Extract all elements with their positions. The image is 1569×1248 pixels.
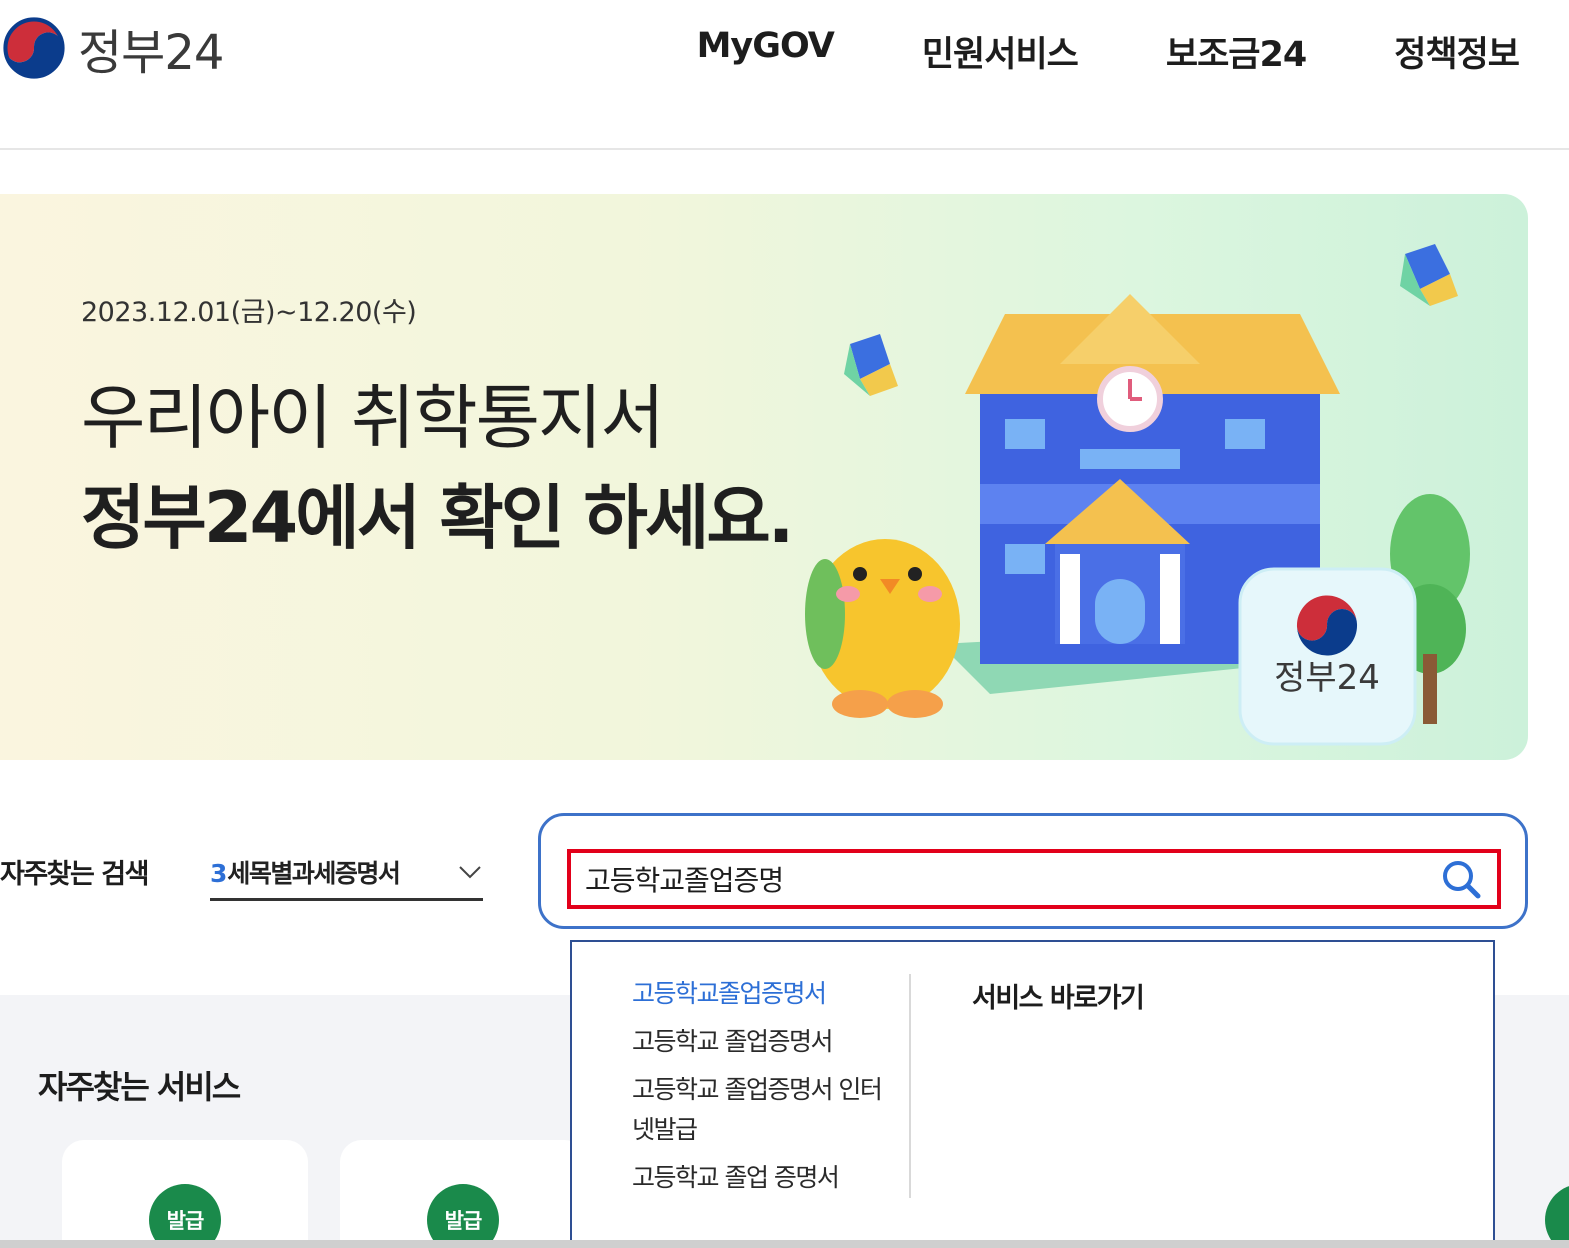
app-badge-text: 정부24 [1274,658,1380,698]
search-icon[interactable] [1439,857,1483,901]
frequent-search-keyword: 세목별과세증명서 [227,858,401,888]
issue-badge: 발급 [427,1184,499,1248]
chevron-down-icon [459,865,481,878]
site-logo[interactable]: 정부24 [0,14,224,82]
frequent-search-rank: 3 [210,858,228,888]
autocomplete-divider [909,974,911,1198]
autocomplete-dropdown: 고등학교졸업증명서 고등학교 졸업증명서 고등학교 졸업증명서 인터넷발급 고등… [570,940,1495,1240]
service-card[interactable]: 발급 [340,1140,586,1248]
nav-subsidy24[interactable]: 보조금24 [1166,26,1307,77]
bottom-scroll-bar [0,1240,1569,1248]
autocomplete-item[interactable]: 고등학교 졸업증명서 인터넷발급 [632,1070,892,1150]
site-logo-text: 정부24 [78,25,224,81]
autocomplete-item[interactable]: 고등학교 졸업 증명서 [632,1158,892,1198]
banner-date: 2023.12.01(금)~12.20(수) [81,297,417,328]
nav-mygov[interactable]: MyGOV [697,26,835,77]
nav-policy-info[interactable]: 정책정보 [1394,26,1520,77]
banner-title-line2: 정부24에서 확인 하세요. [81,477,794,559]
service-shortcut-title: 서비스 바로가기 [972,983,1145,1014]
frequent-search-label: 자주찾는 검색 [0,859,149,890]
school-building-illustration: 정부24 [805,244,1470,746]
search-box [538,813,1528,929]
cube-icon [844,334,898,396]
nav-civil-service[interactable]: 민원서비스 [922,26,1079,77]
search-field-highlight [567,849,1501,909]
issue-badge: 발급 [149,1184,221,1248]
frequent-search-dropdown[interactable]: 3세목별과세증명서 [210,845,483,901]
cube-icon [1400,244,1458,306]
banner-title-line1: 우리아이 취학통지서 [81,377,665,459]
main-nav: MyGOV 민원서비스 보조금24 정책정보 [697,26,1520,77]
autocomplete-item[interactable]: 고등학교 졸업증명서 [632,1022,892,1062]
frequent-services-title: 자주찾는 서비스 [38,1068,241,1106]
search-input[interactable] [585,862,1439,896]
taegeuk-logo-icon [2,16,66,80]
site-header: 정부24 MyGOV 민원서비스 보조금24 정책정보 [0,0,1569,150]
service-card[interactable]: 발급 [62,1140,308,1248]
promo-banner[interactable]: 2023.12.01(금)~12.20(수) 우리아이 취학통지서 정부24에서… [0,194,1528,760]
taegeuk-logo-icon [1296,595,1358,656]
autocomplete-list: 고등학교졸업증명서 고등학교 졸업증명서 고등학교 졸업증명서 인터넷발급 고등… [632,974,892,1206]
autocomplete-item[interactable]: 고등학교졸업증명서 [632,974,892,1014]
